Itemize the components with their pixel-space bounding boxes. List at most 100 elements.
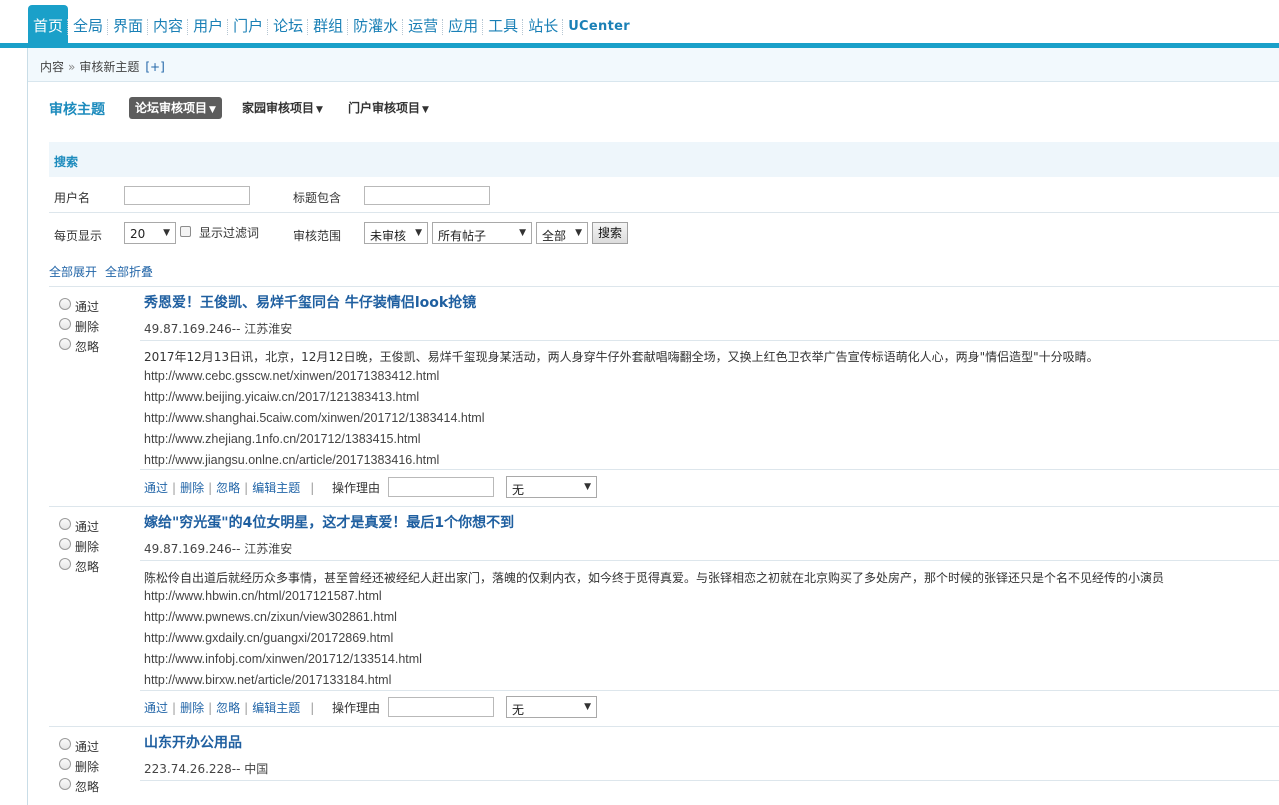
expand-all-link[interactable]: 全部展开 — [49, 263, 97, 280]
show-filter-checkbox[interactable] — [180, 226, 191, 237]
post-body: 陈松伶自出道后就经历众多事情，甚至曾经还被经纪人赶出家门，落魄的仅剩内衣，如今终… — [144, 566, 1279, 690]
ignore-label: 忽略 — [75, 560, 100, 574]
post-title[interactable]: 山东开办公用品 — [144, 732, 242, 752]
tab-home-moderation[interactable]: 家园审核项目 ▼ — [236, 97, 329, 119]
per-page-select[interactable]: 20 ▼ — [124, 222, 176, 244]
post-title[interactable]: 嫁给"穷光蛋"的4位女明星，这才是真爱！最后1个你想不到 — [144, 512, 514, 532]
dropdown-arrow-icon: ▼ — [584, 702, 591, 712]
dropdown-arrow-icon: ▼ — [519, 228, 526, 238]
ignore-link[interactable]: 忽略 — [216, 479, 240, 496]
delete-label: 删除 — [75, 760, 100, 774]
left-sidebar — [0, 48, 28, 805]
username-input[interactable] — [124, 186, 250, 205]
breadcrumb-section[interactable]: 内容 — [40, 60, 64, 74]
pass-link[interactable]: 通过 — [144, 699, 168, 716]
nav-groups[interactable]: 群组 — [307, 5, 348, 43]
reason-select[interactable]: 无 ▼ — [506, 696, 597, 718]
dropdown-arrow-icon: ▼ — [575, 228, 582, 238]
divider — [49, 286, 1279, 287]
breadcrumb-separator: » — [68, 60, 76, 74]
ignore-link[interactable]: 忽略 — [216, 699, 240, 716]
divider — [140, 340, 1279, 341]
pass-radio[interactable] — [59, 298, 71, 310]
ignore-radio[interactable] — [59, 778, 71, 790]
nav-home[interactable]: 首页 — [28, 5, 69, 43]
chevron-down-icon: ▼ — [316, 105, 323, 115]
nav-operations[interactable]: 运营 — [402, 5, 443, 43]
posts-select[interactable]: 所有帖子 ▼ — [432, 222, 532, 244]
per-page-label: 每页显示 — [54, 229, 103, 243]
nav-users[interactable]: 用户 — [187, 5, 228, 43]
reason-label: 操作理由 — [332, 481, 381, 495]
post-url: http://www.hbwin.cn/html/2017121587.html — [144, 589, 382, 603]
post-ip-location: 49.87.169.246-- 江苏淮安 — [144, 542, 293, 556]
post-actions: 通过 | 删除 | 忽略 | 编辑主题 | — [144, 479, 315, 496]
ignore-label: 忽略 — [75, 340, 100, 354]
post-url: http://www.gxdaily.cn/guangxi/20172869.h… — [144, 631, 394, 645]
post-ip-location: 49.87.169.246-- 江苏淮安 — [144, 322, 293, 336]
pass-label: 通过 — [75, 300, 100, 314]
subject-input[interactable] — [364, 186, 490, 205]
nav-portal[interactable]: 门户 — [227, 5, 268, 43]
nav-webmaster[interactable]: 站长 — [522, 5, 563, 43]
pass-radio[interactable] — [59, 518, 71, 530]
delete-radio[interactable] — [59, 758, 71, 770]
post-url: http://www.jiangsu.onlne.cn/article/2017… — [144, 453, 440, 467]
reason-label: 操作理由 — [332, 701, 381, 715]
main-nav: 首页 全局 界面 内容 用户 门户 论坛 群组 防灌水 运营 应用 工具 站长 … — [28, 5, 635, 43]
ignore-radio[interactable] — [59, 558, 71, 570]
tab-forum-moderation[interactable]: 论坛审核项目 ▼ — [129, 97, 222, 119]
nav-ucenter[interactable]: UCenter — [562, 5, 635, 43]
post-url: http://www.shanghai.5caiw.com/xinwen/201… — [144, 411, 485, 425]
divider — [140, 690, 1279, 691]
tab-portal-moderation[interactable]: 门户审核项目 ▼ — [342, 97, 435, 119]
collapse-all-link[interactable]: 全部折叠 — [105, 263, 153, 280]
nav-apps[interactable]: 应用 — [442, 5, 483, 43]
post-url: http://www.infobj.com/xinwen/201712/1335… — [144, 652, 422, 666]
dropdown-arrow-icon: ▼ — [163, 228, 170, 238]
scope-select[interactable]: 未审核 ▼ — [364, 222, 428, 244]
nav-tools[interactable]: 工具 — [482, 5, 523, 43]
add-shortcut-link[interactable]: [+] — [145, 60, 164, 74]
top-navigation-bar: 首页 全局 界面 内容 用户 门户 论坛 群组 防灌水 运营 应用 工具 站长 … — [0, 0, 1279, 48]
range-select[interactable]: 全部 ▼ — [536, 222, 588, 244]
search-button[interactable]: 搜索 — [592, 222, 628, 244]
post-title[interactable]: 秀恩爱！王俊凯、易烊千玺同台 牛仔装情侣look抢镜 — [144, 292, 476, 312]
pass-label: 通过 — [75, 520, 100, 534]
divider — [140, 560, 1279, 561]
username-label: 用户名 — [54, 191, 91, 205]
chevron-down-icon: ▼ — [422, 105, 429, 115]
post-url: http://www.beijing.yicaiw.cn/2017/121383… — [144, 390, 420, 404]
divider — [49, 726, 1279, 727]
delete-radio[interactable] — [59, 318, 71, 330]
edit-thread-link[interactable]: 编辑主题 — [252, 699, 300, 716]
ignore-radio[interactable] — [59, 338, 71, 350]
edit-thread-link[interactable]: 编辑主题 — [252, 479, 300, 496]
nav-global[interactable]: 全局 — [67, 5, 108, 43]
show-filter-label: 显示过滤词 — [199, 226, 260, 240]
divider — [49, 212, 1279, 213]
delete-link[interactable]: 删除 — [180, 479, 204, 496]
pass-label: 通过 — [75, 740, 100, 754]
nav-anti-spam[interactable]: 防灌水 — [347, 5, 403, 43]
post-url: http://www.zhejiang.1nfo.cn/201712/13834… — [144, 432, 421, 446]
post-url: http://www.birxw.net/article/2017133184.… — [144, 673, 392, 687]
scope-label: 审核范围 — [293, 229, 342, 243]
pass-radio[interactable] — [59, 738, 71, 750]
reason-input[interactable] — [388, 477, 494, 497]
search-panel-header: 搜索 — [49, 142, 1279, 177]
nav-forum[interactable]: 论坛 — [267, 5, 308, 43]
delete-link[interactable]: 删除 — [180, 699, 204, 716]
post-body: 2017年12月13日讯，北京，12月12日晚，王俊凯、易烊千玺现身某活动，两人… — [144, 346, 1279, 467]
ignore-label: 忽略 — [75, 780, 100, 794]
nav-content[interactable]: 内容 — [147, 5, 188, 43]
reason-select[interactable]: 无 ▼ — [506, 476, 597, 498]
post-body-text: 2017年12月13日讯，北京，12月12日晚，王俊凯、易烊千玺现身某活动，两人… — [144, 350, 1099, 364]
nav-interface[interactable]: 界面 — [107, 5, 148, 43]
breadcrumb: 内容 » 审核新主题 [+] — [40, 58, 165, 75]
pass-link[interactable]: 通过 — [144, 479, 168, 496]
delete-label: 删除 — [75, 320, 100, 334]
delete-radio[interactable] — [59, 538, 71, 550]
reason-input[interactable] — [388, 697, 494, 717]
delete-label: 删除 — [75, 540, 100, 554]
